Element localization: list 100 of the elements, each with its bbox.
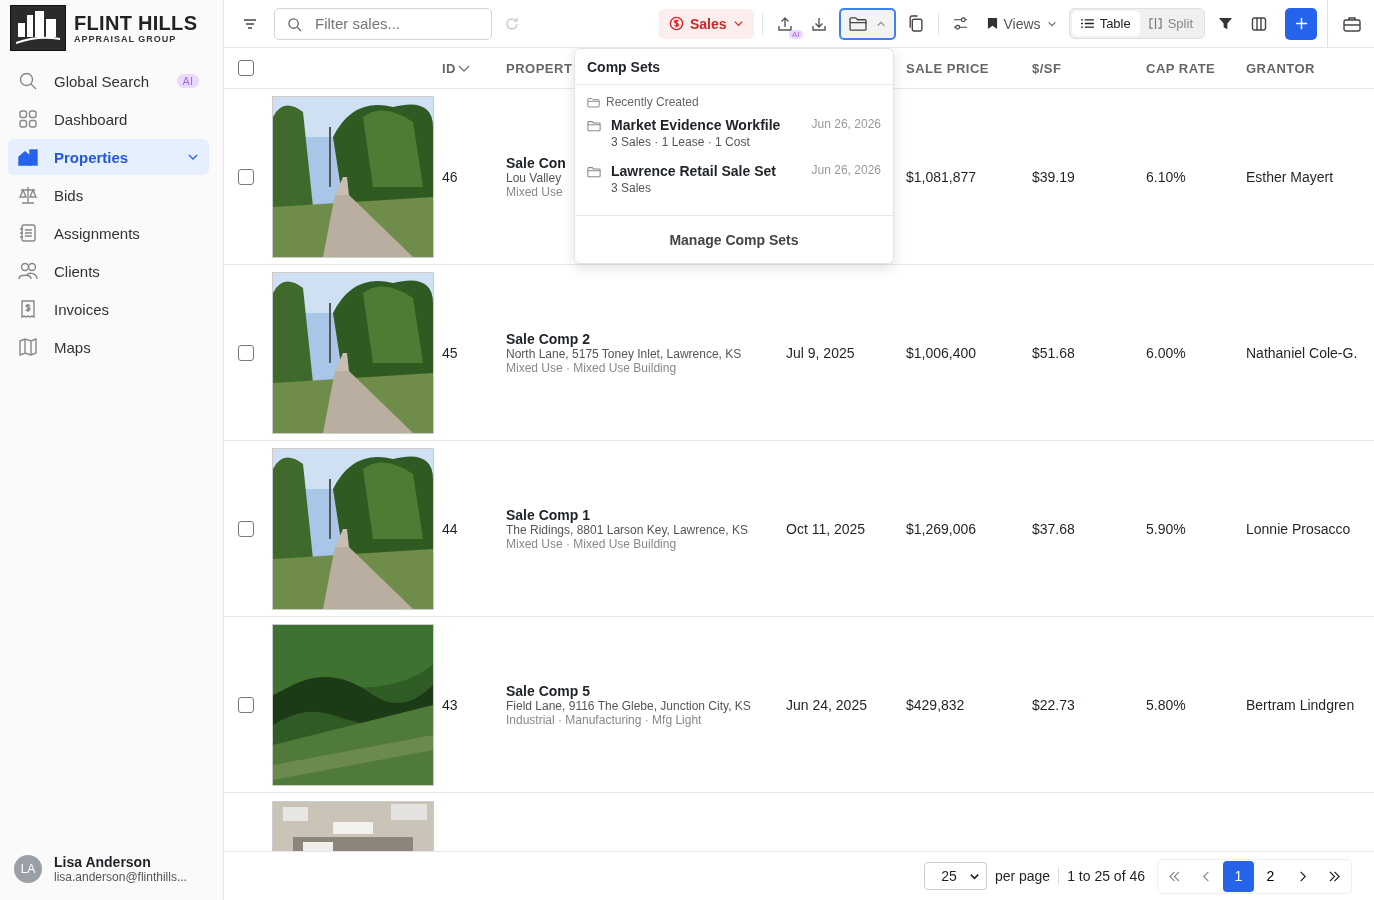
sidebar-item[interactable]: Maps [8, 329, 209, 365]
scales-icon [18, 185, 38, 205]
comp-sets-button[interactable] [838, 7, 896, 40]
table-view-tab[interactable]: Table [1071, 11, 1140, 36]
dollar-circle-icon [668, 16, 684, 31]
ai-badge: AI [788, 29, 803, 39]
property-name[interactable]: Sale Comp 2 [506, 330, 591, 347]
table-cell: $1,081,877 [906, 168, 977, 185]
split-icon [1148, 18, 1162, 29]
page-range: 1 to 25 of 46 [1067, 868, 1145, 884]
copy-icon [907, 15, 925, 32]
grid-icon [18, 109, 38, 129]
table-cell: 6.10% [1146, 168, 1186, 185]
chevron-right-icon [1297, 870, 1308, 882]
download-icon [810, 15, 827, 32]
property-address: Field Lane, 9116 The Glebe, Junction City, KS [506, 698, 751, 713]
user-name: Lisa Anderson [54, 854, 152, 870]
table-cell: $429,832 [906, 696, 965, 713]
manage-comp-sets-button[interactable]: Manage Comp Sets [575, 216, 893, 263]
bookmark-icon [986, 17, 998, 30]
row-checkbox[interactable] [238, 168, 254, 185]
search-icon [287, 16, 302, 32]
user-email: lisa.anderson@flinthills... [54, 870, 187, 884]
sales-menu-button[interactable]: Sales [658, 8, 754, 39]
table-cell: Bertram Lindgren [1246, 696, 1355, 713]
comp-set-date: Jun 26, 2026 [811, 163, 881, 177]
notebook-icon [18, 223, 38, 243]
double-chevron-right-icon [1328, 870, 1341, 882]
map-icon [18, 337, 38, 357]
folder-icon [587, 96, 600, 108]
list-icon [1080, 18, 1094, 29]
row-checkbox[interactable] [238, 344, 254, 361]
comp-set-name: Lawrence Retail Sale Set [611, 163, 777, 179]
per-page-select[interactable]: 25 [924, 862, 987, 890]
column-header[interactable]: CAP RATE [1146, 61, 1216, 76]
refresh-icon [504, 15, 520, 32]
double-chevron-left-icon [1168, 870, 1181, 882]
property-name[interactable]: Sale Con [506, 154, 566, 171]
comp-set-item[interactable]: Market Evidence Workfile 3 Sales · 1 Lease · 1 Cost Jun 26, 2026 [587, 117, 881, 149]
folder-icon [587, 120, 601, 132]
sidebar-item[interactable]: Dashboard [8, 101, 209, 137]
column-header[interactable]: PROPERT [506, 61, 573, 76]
comp-set-summary: 3 Sales [611, 181, 653, 195]
columns-icon [1251, 15, 1267, 32]
table-cell: 46 [442, 168, 458, 185]
page-button[interactable]: 1 [1223, 860, 1254, 892]
column-header[interactable]: GRANTOR [1246, 61, 1315, 76]
table-cell: Lonnie Prosacco [1246, 520, 1351, 537]
table-cell: Nathaniel Cole-G. [1246, 344, 1358, 361]
column-header[interactable]: $/SF [1032, 61, 1062, 76]
table-cell: $1,006,400 [906, 344, 977, 361]
house-icon [18, 147, 38, 167]
sidebar-item[interactable]: Clients [8, 253, 209, 289]
filter-field[interactable]: Filter sales... [274, 7, 492, 40]
upload-icon [776, 15, 793, 32]
select-all-checkbox[interactable] [238, 60, 254, 76]
table-cell: 5.90% [1146, 520, 1186, 537]
page-button[interactable]: 2 [1255, 860, 1286, 892]
plus-icon [1293, 16, 1309, 31]
sidebar-item[interactable]: Bids [8, 177, 209, 213]
sidebar-item[interactable]: Invoices [8, 291, 209, 327]
comp-set-summary: 3 Sales · 1 Lease · 1 Cost [611, 135, 751, 149]
funnel-icon [1217, 16, 1233, 31]
sidebar-item[interactable]: Properties [8, 139, 209, 175]
brand-name: FLINT HILLS [74, 12, 198, 34]
section-label: Recently Created [606, 95, 699, 109]
sidebar-item[interactable]: Global Search AI [8, 63, 209, 99]
column-header[interactable]: ID [442, 60, 456, 76]
row-checkbox[interactable] [238, 520, 254, 537]
table-cell: 44 [442, 520, 458, 537]
property-use: Mixed Use · Mixed Use Building [506, 536, 677, 551]
table-cell: $39.19 [1032, 168, 1075, 185]
table-cell: $1,269,006 [906, 520, 977, 537]
table-cell: 43 [442, 696, 458, 713]
chevron-down-icon [732, 18, 744, 29]
sidebar-item[interactable]: Assignments [8, 215, 209, 251]
table-cell: Jul 9, 2025 [786, 344, 855, 361]
sliders-icon [953, 16, 969, 31]
menu-title: Comp Sets [575, 49, 893, 85]
add-button[interactable] [1285, 7, 1317, 40]
property-use: Mixed Use [506, 184, 563, 199]
comp-set-item[interactable]: Lawrence Retail Sale Set 3 Sales Jun 26, 2026 [587, 163, 881, 195]
comp-set-name: Market Evidence Workfile [611, 117, 782, 133]
table-cell: $22.73 [1032, 696, 1075, 713]
property-use: Industrial · Manufacturing · Mfg Light [506, 712, 702, 727]
table-cell: Esther Mayert [1246, 168, 1334, 185]
ai-badge: AI [176, 74, 199, 88]
column-header[interactable]: SALE PRICE [906, 61, 989, 76]
table-cell: $37.68 [1032, 520, 1075, 537]
property-name[interactable]: Sale Comp 5 [506, 682, 591, 699]
property-use: Mixed Use · Mixed Use Building [506, 360, 677, 375]
property-address: The Ridings, 8801 Larson Key, Lawrence, KS [506, 522, 748, 537]
views-menu-button[interactable]: Views [980, 15, 1063, 32]
per-page-label: per page [994, 868, 1051, 884]
search-icon [18, 71, 38, 91]
folder-icon [587, 166, 601, 178]
row-checkbox[interactable] [238, 696, 254, 713]
table-cell: $51.68 [1032, 344, 1075, 361]
property-name[interactable]: Sale Comp 1 [506, 506, 591, 523]
briefcase-icon [1343, 15, 1361, 32]
